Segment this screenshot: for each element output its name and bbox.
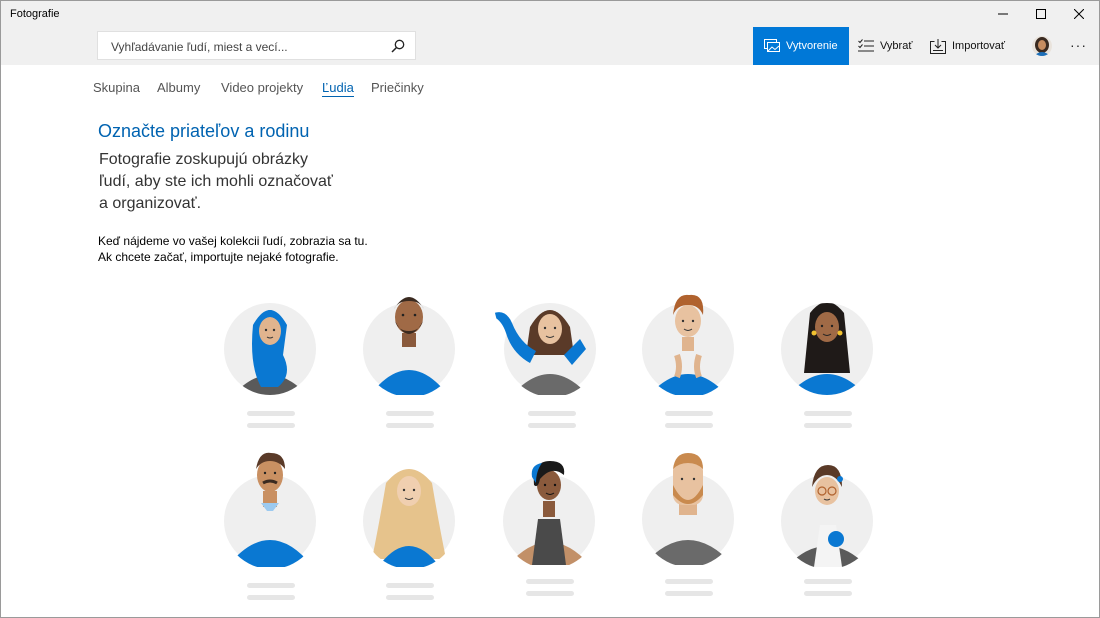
name-placeholder-bar: [526, 579, 574, 584]
maximize-icon: [1036, 9, 1046, 19]
subtitle-line: Fotografie zoskupujú obrázky: [99, 151, 308, 168]
create-label: Vytvorenie: [786, 40, 838, 52]
person-placeholder-6: [223, 447, 343, 600]
close-button[interactable]: [1062, 1, 1096, 27]
import-button[interactable]: Importovať: [930, 27, 1005, 65]
person-placeholder-9: [641, 453, 761, 603]
person-illustration-icon: [224, 303, 316, 395]
name-placeholder-bar: [665, 411, 713, 416]
tab-group[interactable]: Skupina: [93, 80, 140, 95]
import-label: Importovať: [952, 40, 1006, 52]
tab-people[interactable]: Ľudia: [322, 80, 354, 97]
info-line: Keď nájdeme vo vašej kolekcii ľudí, zobr…: [98, 234, 368, 248]
title-bar: Fotografie: [1, 1, 1099, 27]
person-illustration-icon: [363, 469, 455, 567]
person-placeholder-8: [502, 455, 622, 605]
person-illustration-icon: [642, 453, 734, 565]
select-button[interactable]: Vybrať: [858, 27, 912, 65]
count-placeholder-bar: [665, 423, 713, 428]
name-placeholder-bar: [665, 579, 713, 584]
select-label: Vybrať: [880, 40, 913, 52]
person-illustration-icon: [642, 294, 734, 395]
person-illustration-icon: [781, 303, 873, 395]
import-icon: [930, 38, 946, 54]
account-avatar[interactable]: [1032, 36, 1052, 56]
count-placeholder-bar: [386, 423, 434, 428]
page-title: Označte priateľov a rodinu: [98, 121, 310, 141]
person-placeholder-2: [362, 285, 482, 435]
count-placeholder-bar: [386, 595, 434, 600]
subtitle-line: ľudí, aby ste ich mohli označovať: [99, 173, 333, 190]
tab-video-projects[interactable]: Video projekty: [221, 80, 303, 95]
photos-window: Fotografie Vyhľadávanie ľudí, miest a ve…: [0, 0, 1100, 618]
name-placeholder-bar: [247, 583, 295, 588]
app-title: Fotografie: [10, 8, 60, 20]
count-placeholder-bar: [526, 591, 574, 596]
person-placeholder-5: [780, 293, 900, 443]
checklist-icon: [858, 39, 874, 52]
person-illustration-icon: [503, 461, 595, 565]
person-placeholder-3: [490, 293, 610, 443]
page-subtitle: Fotografie zoskupujú obrázky ľudí, aby s…: [99, 149, 359, 215]
person-placeholder-7: [362, 459, 482, 609]
person-illustration-icon: [781, 465, 873, 567]
count-placeholder-bar: [528, 423, 576, 428]
person-placeholder-10: [780, 461, 900, 611]
person-illustration-icon: [363, 297, 455, 395]
name-placeholder-bar: [386, 411, 434, 416]
count-placeholder-bar: [665, 591, 713, 596]
tab-folders[interactable]: Priečinky: [371, 80, 424, 95]
person-illustration-icon: [224, 452, 316, 567]
empty-state-info: Keď nájdeme vo vašej kolekcii ľudí, zobr…: [98, 233, 368, 265]
tab-albums[interactable]: Albumy: [157, 80, 200, 95]
search-box[interactable]: Vyhľadávanie ľudí, miest a vecí...: [97, 31, 416, 60]
person-placeholder-4: [641, 291, 761, 441]
create-button[interactable]: Vytvorenie: [753, 27, 849, 65]
subtitle-line: a organizovať.: [99, 195, 202, 212]
minimize-icon: [998, 13, 1008, 15]
user-avatar-icon: [1032, 36, 1052, 56]
count-placeholder-bar: [247, 595, 295, 600]
name-placeholder-bar: [528, 411, 576, 416]
count-placeholder-bar: [247, 423, 295, 428]
person-placeholder-1: [223, 295, 343, 445]
name-placeholder-bar: [247, 411, 295, 416]
maximize-button[interactable]: [1024, 1, 1058, 27]
command-bar: Vyhľadávanie ľudí, miest a vecí... Vytvo…: [1, 27, 1099, 65]
count-placeholder-bar: [804, 591, 852, 596]
name-placeholder-bar: [804, 411, 852, 416]
info-line: Ak chcete začať, importujte nejaké fotog…: [98, 250, 339, 264]
name-placeholder-bar: [804, 579, 852, 584]
close-icon: [1074, 9, 1084, 19]
name-placeholder-bar: [386, 583, 434, 588]
count-placeholder-bar: [804, 423, 852, 428]
more-options-button[interactable]: ···: [1070, 37, 1087, 53]
minimize-button[interactable]: [986, 1, 1020, 27]
search-input[interactable]: Vyhľadávanie ľudí, miest a vecí...: [111, 40, 288, 54]
image-slideshow-icon: [764, 39, 780, 52]
search-icon[interactable]: [391, 39, 405, 53]
person-illustration-icon: [494, 303, 596, 395]
